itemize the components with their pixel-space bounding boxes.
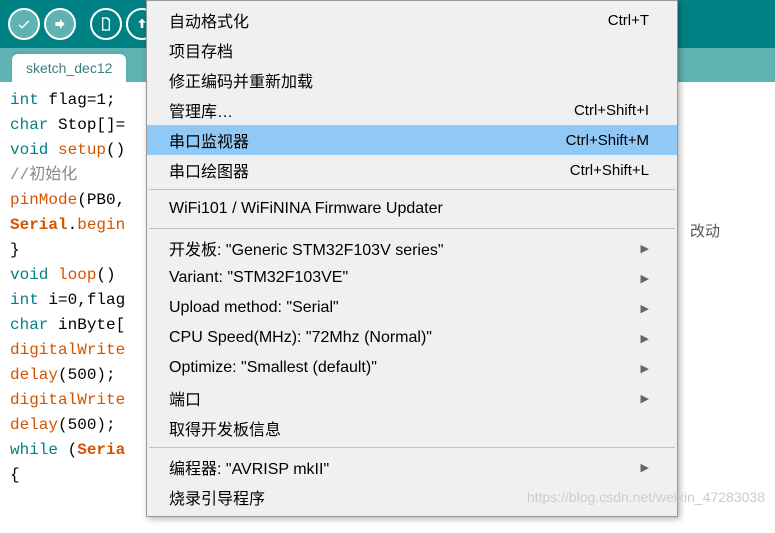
chevron-right-icon: ▶ (641, 272, 649, 285)
menu-shortcut: Ctrl+T (608, 12, 649, 29)
menu-label: Upload method: "Serial" (169, 299, 339, 317)
code-token: (PB0, (77, 191, 125, 209)
menu-label: 串口监视器 (169, 128, 249, 152)
menu-shortcut: Ctrl+Shift+L (570, 162, 649, 179)
code-token: inByte[ (48, 316, 125, 334)
menu-label: WiFi101 / WiFiNINA Firmware Updater (169, 200, 443, 218)
code-token: (500); (58, 416, 116, 434)
code-token: () (106, 141, 125, 159)
upload-button[interactable] (44, 8, 76, 40)
code-token: int (10, 291, 39, 309)
menu-burn-bootloader[interactable]: 烧录引导程序 (147, 482, 677, 512)
menu-programmer[interactable]: 编程器: "AVRISP mkII" ▶ (147, 452, 677, 482)
menu-label: 端口 (169, 386, 201, 410)
code-token (48, 141, 58, 159)
code-token: void (10, 266, 48, 284)
code-token: Serial (10, 216, 68, 234)
code-token: while (10, 441, 58, 459)
chevron-right-icon: ▶ (641, 362, 649, 375)
menu-label: 烧录引导程序 (169, 485, 265, 509)
menu-serial-plotter[interactable]: 串口绘图器 Ctrl+Shift+L (147, 155, 677, 185)
code-token: } (10, 241, 20, 259)
menu-label: Optimize: "Smallest (default)" (169, 359, 377, 377)
code-token: void (10, 141, 48, 159)
menu-archive[interactable]: 项目存档 (147, 35, 677, 65)
code-token: . (68, 216, 78, 234)
code-token: Seria (77, 441, 125, 459)
chevron-right-icon: ▶ (641, 392, 649, 405)
menu-separator (149, 447, 675, 448)
tools-menu: 自动格式化 Ctrl+T 项目存档 修正编码并重新加载 管理库… Ctrl+Sh… (146, 0, 678, 517)
code-token: delay (10, 416, 58, 434)
menu-port[interactable]: 端口 ▶ (147, 383, 677, 413)
menu-separator (149, 189, 675, 190)
code-token: setup (58, 141, 106, 159)
code-token: () (96, 266, 115, 284)
menu-shortcut: Ctrl+Shift+I (574, 102, 649, 119)
code-token: char (10, 116, 48, 134)
menu-board[interactable]: 开发板: "Generic STM32F103V series" ▶ (147, 233, 677, 263)
code-token: loop (58, 266, 96, 284)
chevron-right-icon: ▶ (641, 242, 649, 255)
code-token: digitalWrite (10, 391, 125, 409)
tab-sketch[interactable]: sketch_dec12 (12, 54, 126, 82)
menu-cpu-speed[interactable]: CPU Speed(MHz): "72Mhz (Normal)" ▶ (147, 323, 677, 353)
menu-manage-libs[interactable]: 管理库… Ctrl+Shift+I (147, 95, 677, 125)
menu-label: CPU Speed(MHz): "72Mhz (Normal)" (169, 329, 432, 347)
menu-label: 取得开发板信息 (169, 416, 281, 440)
code-token: i=0,flag (39, 291, 125, 309)
code-token: begin (77, 216, 125, 234)
code-token: pinMode (10, 191, 77, 209)
menu-serial-monitor[interactable]: 串口监视器 Ctrl+Shift+M (147, 125, 677, 155)
menu-separator (149, 228, 675, 229)
chevron-right-icon: ▶ (641, 461, 649, 474)
menu-label: 自动格式化 (169, 8, 249, 32)
code-token: int (10, 91, 39, 109)
menu-shortcut: Ctrl+Shift+M (566, 132, 649, 149)
menu-auto-format[interactable]: 自动格式化 Ctrl+T (147, 5, 677, 35)
code-token: ( (58, 441, 77, 459)
menu-label: 修正编码并重新加载 (169, 68, 313, 92)
code-token: flag=1; (39, 91, 116, 109)
menu-label: 项目存档 (169, 38, 233, 62)
chevron-right-icon: ▶ (641, 332, 649, 345)
menu-board-info[interactable]: 取得开发板信息 (147, 413, 677, 443)
menu-upload-method[interactable]: Upload method: "Serial" ▶ (147, 293, 677, 323)
new-sketch-button[interactable] (90, 8, 122, 40)
code-token: //初始化 (10, 166, 77, 184)
code-token: { (10, 466, 20, 484)
code-token: digitalWrite (10, 341, 125, 359)
verify-button[interactable] (8, 8, 40, 40)
menu-optimize[interactable]: Optimize: "Smallest (default)" ▶ (147, 353, 677, 383)
menu-label: 开发板: "Generic STM32F103V series" (169, 236, 444, 260)
menu-wifi-updater[interactable]: WiFi101 / WiFiNINA Firmware Updater (147, 194, 677, 224)
chevron-right-icon: ▶ (641, 302, 649, 315)
code-token: (500); (58, 366, 116, 384)
code-token: char (10, 316, 48, 334)
background-text: 改动 (690, 220, 720, 241)
menu-label: 编程器: "AVRISP mkII" (169, 455, 329, 479)
code-token: Stop[]= (48, 116, 125, 134)
menu-label: 管理库… (169, 98, 233, 122)
code-token (48, 266, 58, 284)
menu-variant[interactable]: Variant: "STM32F103VE" ▶ (147, 263, 677, 293)
menu-label: 串口绘图器 (169, 158, 249, 182)
menu-fix-encoding[interactable]: 修正编码并重新加载 (147, 65, 677, 95)
code-token: delay (10, 366, 58, 384)
menu-label: Variant: "STM32F103VE" (169, 269, 348, 287)
